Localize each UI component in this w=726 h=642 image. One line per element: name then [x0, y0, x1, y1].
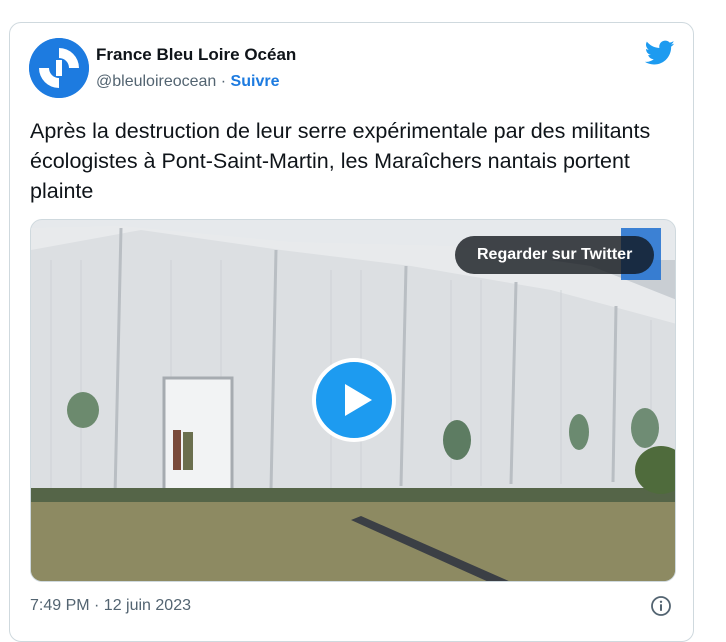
tweet-text: Après la destruction de leur serre expér… — [30, 119, 651, 203]
author-name[interactable]: France Bleu Loire Océan — [96, 45, 296, 65]
avatar[interactable] — [29, 38, 89, 98]
author-handle-row: @bleuloireocean · Suivre — [96, 73, 279, 91]
france-bleu-logo — [29, 38, 89, 98]
follow-button[interactable]: Suivre — [231, 73, 280, 90]
video-player[interactable]: Regarder sur Twitter — [30, 219, 676, 582]
tweet-card[interactable]: France Bleu Loire Océan @bleuloireocean … — [9, 22, 694, 642]
author-handle[interactable]: @bleuloireocean — [96, 73, 216, 90]
play-button[interactable] — [312, 358, 396, 442]
twitter-bird-icon[interactable] — [645, 40, 675, 66]
watch-on-twitter-button[interactable]: Regarder sur Twitter — [455, 236, 655, 274]
play-icon — [345, 384, 372, 416]
info-icon[interactable] — [650, 595, 672, 617]
separator: · — [216, 73, 231, 90]
tweet-timestamp[interactable]: 7:49 PM · 12 juin 2023 — [30, 597, 191, 615]
